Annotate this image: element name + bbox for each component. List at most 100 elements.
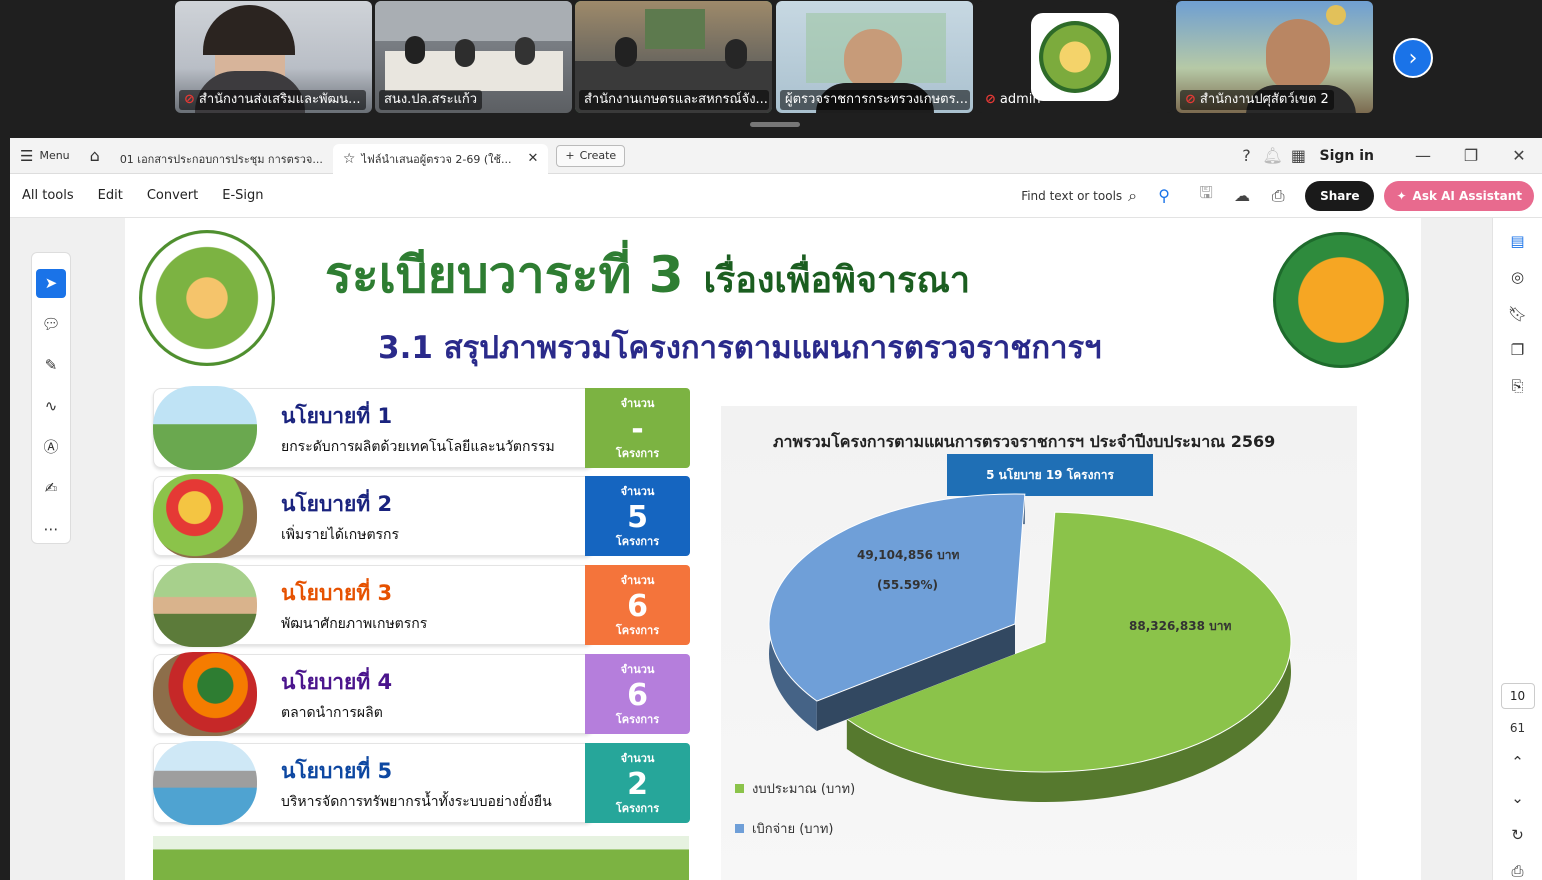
- participant-nametag: ผู้ตรวจราชการกระทรวงเกษตร...: [780, 90, 970, 110]
- policy-count-box: จำนวน 6 โครงการ: [585, 654, 690, 734]
- close-tab-icon[interactable]: ✕: [527, 151, 538, 166]
- sign-in-link[interactable]: Sign in: [1319, 148, 1374, 164]
- save-icon[interactable]: 🖫︎: [1193, 183, 1219, 209]
- title-main: ระเบียบวาระที่ 3: [325, 246, 684, 304]
- title-sub: เรื่องเพื่อพิจารณา: [703, 260, 971, 301]
- close-window-icon[interactable]: ✕: [1506, 143, 1532, 169]
- bell-icon[interactable]: 🔔︎: [1259, 143, 1285, 169]
- policy-name: นโยบายที่ 2: [281, 492, 393, 516]
- participant-tile-4[interactable]: ผู้ตรวจราชการกระทรวงเกษตร...: [776, 1, 973, 113]
- legend-item-budget: งบประมาณ (บาท): [735, 778, 855, 799]
- more-tools-icon[interactable]: ⋯: [36, 514, 66, 543]
- upload-cloud-icon[interactable]: ☁: [1229, 183, 1255, 209]
- ai-summary-icon[interactable]: ▤: [1505, 232, 1531, 250]
- refresh-icon[interactable]: ↻: [1505, 825, 1531, 844]
- page-number-field[interactable]: 10: [1500, 683, 1535, 709]
- page-total: 61: [1509, 720, 1526, 735]
- text-box-icon[interactable]: Ⓐ: [36, 432, 66, 461]
- policy-name: นโยบายที่ 4: [281, 670, 393, 694]
- participant-tile-5[interactable]: ⊘ admin: [976, 1, 1173, 113]
- participant-avatar: [1031, 13, 1119, 101]
- chevron-up-icon[interactable]: ⌃: [1505, 753, 1531, 771]
- plus-icon: +: [565, 149, 575, 162]
- video-strip: ⊘ สำนักงานส่งเสริมและพัฒน... สนง.ปล.สระแก…: [0, 0, 1542, 138]
- count-unit: โครงการ: [615, 713, 660, 726]
- menu-convert[interactable]: Convert: [135, 188, 210, 203]
- count-label: จำนวน: [620, 752, 655, 765]
- star-icon[interactable]: ☆: [343, 151, 356, 167]
- sign-icon[interactable]: ✍: [36, 473, 66, 502]
- participant-name: ผู้ตรวจราชการกระทรวงเกษตร...: [785, 92, 968, 107]
- count-value: -: [631, 412, 644, 447]
- ask-ai-button[interactable]: ✦ Ask AI Assistant: [1384, 180, 1534, 211]
- attachments-icon[interactable]: ⎘: [1505, 377, 1531, 395]
- mic-off-icon: ⊘: [184, 92, 195, 107]
- accessibility-icon[interactable]: ⚲: [1151, 183, 1177, 209]
- fruit-basket-image: [153, 474, 257, 558]
- menu-esign[interactable]: E-Sign: [210, 188, 275, 203]
- home-button[interactable]: ⌂: [80, 138, 110, 174]
- slide-title: ระเบียบวาระที่ 3 เรื่องเพื่อพิจารณา: [325, 236, 970, 315]
- count-unit: โครงการ: [615, 624, 660, 637]
- policy-row-2: นโยบายที่ 2 เพิ่มรายได้เกษตรกร จำนวน 5 โ…: [153, 474, 693, 558]
- chevron-right-icon: ›: [1408, 45, 1418, 71]
- page-settings-icon[interactable]: ⎙: [1505, 862, 1531, 880]
- menu-all-tools[interactable]: All tools: [10, 188, 86, 203]
- add-comment-icon[interactable]: 💬︎: [36, 310, 66, 339]
- acrobat-window: ☰ Menu ⌂ 01 เอกสารประกอบการประชุม การตรว…: [10, 138, 1542, 880]
- participant-name: สำนักงานส่งเสริมและพัฒน...: [198, 92, 361, 107]
- policy-row-5: นโยบายที่ 5 บริหารจัดการทรัพยากรน้ำทั้งร…: [153, 741, 693, 825]
- slide-subtitle: 3.1 สรุปภาพรวมโครงการตามแผนการตรวจราชการ…: [378, 330, 1102, 366]
- policy-description: พัฒนาศักยภาพเกษตรกร: [281, 616, 428, 632]
- find-placeholder: Find text or tools: [1021, 188, 1123, 203]
- policy-count-box: จำนวน 6 โครงการ: [585, 565, 690, 645]
- count-unit: โครงการ: [615, 802, 660, 815]
- policy-count-box: จำนวน - โครงการ: [585, 388, 690, 468]
- count-unit: โครงการ: [615, 447, 660, 460]
- strip-drag-handle[interactable]: [750, 122, 800, 127]
- share-button[interactable]: Share: [1305, 180, 1375, 211]
- find-tools-field[interactable]: Find text or tools ⌕: [1021, 186, 1137, 206]
- participant-tile-1[interactable]: ⊘ สำนักงานส่งเสริมและพัฒน...: [175, 1, 372, 113]
- drone-farm-image: [153, 386, 257, 470]
- count-value: 6: [627, 678, 648, 713]
- highlight-pen-icon[interactable]: ✎: [36, 351, 66, 380]
- create-label: Create: [579, 149, 617, 162]
- policy-row-3: นโยบายที่ 3 พัฒนาศักยภาพเกษตรกร จำนวน 6 …: [153, 563, 693, 647]
- help-icon[interactable]: ?: [1233, 143, 1259, 169]
- tab-document-1[interactable]: 01 เอกสารประกอบการประชุม การตรวจ...: [110, 144, 333, 174]
- tab-document-2[interactable]: ☆ ไฟล์นำเสนอผู้ตรวจ 2-69 (ใช้... ✕: [332, 143, 549, 174]
- minimize-icon[interactable]: —: [1410, 143, 1436, 169]
- count-label: จำนวน: [620, 485, 655, 498]
- tool-palette: ➤ 💬︎ ✎ ∿ Ⓐ ✍ ⋯: [31, 252, 71, 544]
- draw-freeform-icon[interactable]: ∿: [36, 392, 66, 421]
- restore-icon[interactable]: ❐: [1458, 143, 1484, 169]
- bottom-landscape-strip: [153, 836, 689, 880]
- print-icon[interactable]: ⎙: [1265, 183, 1291, 209]
- apps-grid-icon[interactable]: ▦: [1285, 143, 1311, 169]
- chevron-down-icon[interactable]: ⌄: [1505, 789, 1531, 807]
- policy-row-1: นโยบายที่ 1 ยกระดับการผลิตด้วยเทคโนโลยีแ…: [153, 386, 693, 470]
- main-toolbar: All tools Edit Convert E-Sign Find text …: [10, 174, 1542, 218]
- budget-value-label: 88,326,838 บาท: [1129, 619, 1232, 633]
- count-value: 5: [627, 500, 648, 535]
- create-button[interactable]: + Create: [556, 144, 626, 167]
- participant-name: สำนักงานปศุสัตว์เขต 2: [1199, 92, 1329, 107]
- home-icon: ⌂: [89, 146, 100, 165]
- participant-tile-6[interactable]: ⊘ สำนักงานปศุสัตว์เขต 2: [1176, 1, 1373, 113]
- copy-pages-icon[interactable]: ❐: [1505, 341, 1531, 359]
- select-pointer-icon[interactable]: ➤: [36, 269, 66, 298]
- bookmark-icon[interactable]: 🔖︎: [1505, 305, 1531, 323]
- mic-off-icon: ⊘: [985, 92, 996, 107]
- next-participants-button[interactable]: ›: [1393, 38, 1433, 78]
- menu-button[interactable]: ☰ Menu: [10, 138, 80, 174]
- participant-tile-3[interactable]: สำนักงานเกษตรและสหกรณ์จัง...: [575, 1, 772, 113]
- legend-swatch: [735, 784, 744, 793]
- legend-swatch: [735, 824, 744, 833]
- mic-off-icon: ⊘: [1185, 92, 1196, 107]
- count-label: จำนวน: [620, 663, 655, 676]
- comment-icon[interactable]: ◎: [1505, 268, 1531, 286]
- participant-name: สนง.ปล.สระแก้ว: [384, 92, 478, 107]
- menu-edit[interactable]: Edit: [86, 188, 135, 203]
- participant-tile-2[interactable]: สนง.ปล.สระแก้ว: [375, 1, 572, 113]
